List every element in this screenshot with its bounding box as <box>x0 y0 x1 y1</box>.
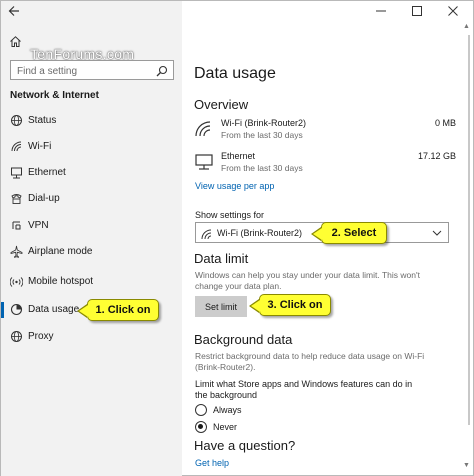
callout-text: 2. Select <box>331 227 377 239</box>
callout-pointer <box>313 228 322 240</box>
callout-pointer <box>79 305 88 317</box>
globe-icon <box>10 114 23 127</box>
ethernet-icon <box>10 166 23 179</box>
sidebar-item-vpn[interactable]: VPN <box>1 213 182 239</box>
search-box[interactable] <box>10 60 174 81</box>
help-heading: Have a question? <box>194 438 296 453</box>
hotspot-icon <box>9 275 24 288</box>
view-usage-per-app-link[interactable]: View usage per app <box>195 181 274 191</box>
data-limit-heading: Data limit <box>194 251 249 266</box>
wifi-icon <box>201 227 214 240</box>
scrollbar[interactable]: ▲ ▼ <box>462 23 472 475</box>
background-data-description: Restrict background data to help reduce … <box>195 351 425 372</box>
sidebar-item-label: Mobile hotspot <box>28 276 94 287</box>
wifi-icon <box>10 140 23 153</box>
sidebar-item-label: Data usage <box>28 304 80 315</box>
show-settings-label: Show settings for <box>195 210 265 220</box>
network-row-ethernet: Ethernet From the last 30 days 17.12 GB <box>194 151 464 181</box>
set-limit-button[interactable]: Set limit <box>195 296 247 317</box>
sidebar-item-mobile-hotspot[interactable]: Mobile hotspot <box>1 269 182 295</box>
network-name: Wi-Fi (Brink-Router2) <box>221 118 307 128</box>
sidebar-item-status[interactable]: Status <box>1 108 182 134</box>
radio-circle-selected[interactable] <box>195 421 207 433</box>
callout-pointer <box>251 300 260 312</box>
sidebar-item-label: Ethernet <box>28 167 66 178</box>
sidebar-heading: Network & Internet <box>10 90 99 101</box>
network-usage: 17.12 GB <box>417 151 456 161</box>
callout-step-3: 3. Click on <box>249 294 331 316</box>
callout-text: 1. Click on <box>95 304 151 316</box>
data-limit-description: Windows can help you stay under your dat… <box>195 270 420 291</box>
network-name: Ethernet <box>221 151 256 161</box>
callout-step-1: 1. Click on <box>77 299 159 321</box>
sidebar-item-label: Dial-up <box>28 193 60 204</box>
network-period: From the last 30 days <box>221 130 303 140</box>
sidebar-item-wifi[interactable]: Wi-Fi <box>1 134 182 160</box>
sidebar-item-label: Proxy <box>28 331 54 342</box>
home-icon[interactable] <box>9 35 22 48</box>
network-row-wifi: Wi-Fi (Brink-Router2) From the last 30 d… <box>194 118 464 148</box>
sidebar-item-dialup[interactable]: Dial-up <box>1 186 182 212</box>
airplane-icon <box>10 245 23 258</box>
sidebar-item-airplane-mode[interactable]: Airplane mode <box>1 239 182 265</box>
globe-icon <box>10 330 23 343</box>
page-title: Data usage <box>194 65 276 82</box>
radio-never[interactable]: Never <box>195 421 315 435</box>
network-usage: 0 MB <box>434 118 456 128</box>
settings-window: TenForums.com Network & Internet Status … <box>0 0 474 476</box>
background-data-question: Limit what Store apps and Windows featur… <box>195 379 413 400</box>
dialup-icon <box>10 192 23 205</box>
radio-always[interactable]: Always <box>195 404 315 418</box>
radio-label: Never <box>213 422 238 432</box>
scroll-thumb[interactable] <box>468 35 470 425</box>
scroll-down-arrow-icon[interactable]: ▼ <box>462 462 471 471</box>
background-data-heading: Background data <box>194 332 293 347</box>
chevron-down-icon <box>432 226 442 238</box>
overview-heading: Overview <box>194 97 249 112</box>
sidebar-item-ethernet[interactable]: Ethernet <box>1 160 182 186</box>
back-arrow-icon[interactable] <box>7 4 23 20</box>
callout-step-2: 2. Select <box>311 222 387 244</box>
sidebar: TenForums.com Network & Internet Status … <box>1 1 182 476</box>
radio-label: Always <box>213 405 242 415</box>
dropdown-value: Wi-Fi (Brink-Router2) <box>217 228 303 238</box>
vpn-icon <box>10 219 23 232</box>
radio-dot <box>198 424 203 429</box>
sidebar-item-label: Wi-Fi <box>28 141 52 152</box>
scroll-up-arrow-icon[interactable]: ▲ <box>462 23 471 32</box>
search-icon[interactable] <box>156 64 168 77</box>
sidebar-item-proxy[interactable]: Proxy <box>1 324 182 350</box>
radio-circle[interactable] <box>195 404 207 416</box>
search-input[interactable] <box>11 62 146 81</box>
sidebar-item-label: Airplane mode <box>28 246 93 257</box>
callout-text: 3. Click on <box>267 299 323 311</box>
sidebar-item-label: Status <box>28 115 57 126</box>
wifi-icon <box>194 120 214 138</box>
sidebar-item-label: VPN <box>28 220 49 231</box>
ethernet-icon <box>194 153 214 171</box>
network-period: From the last 30 days <box>221 163 303 173</box>
data-usage-icon <box>10 303 23 316</box>
get-help-link[interactable]: Get help <box>195 458 229 468</box>
